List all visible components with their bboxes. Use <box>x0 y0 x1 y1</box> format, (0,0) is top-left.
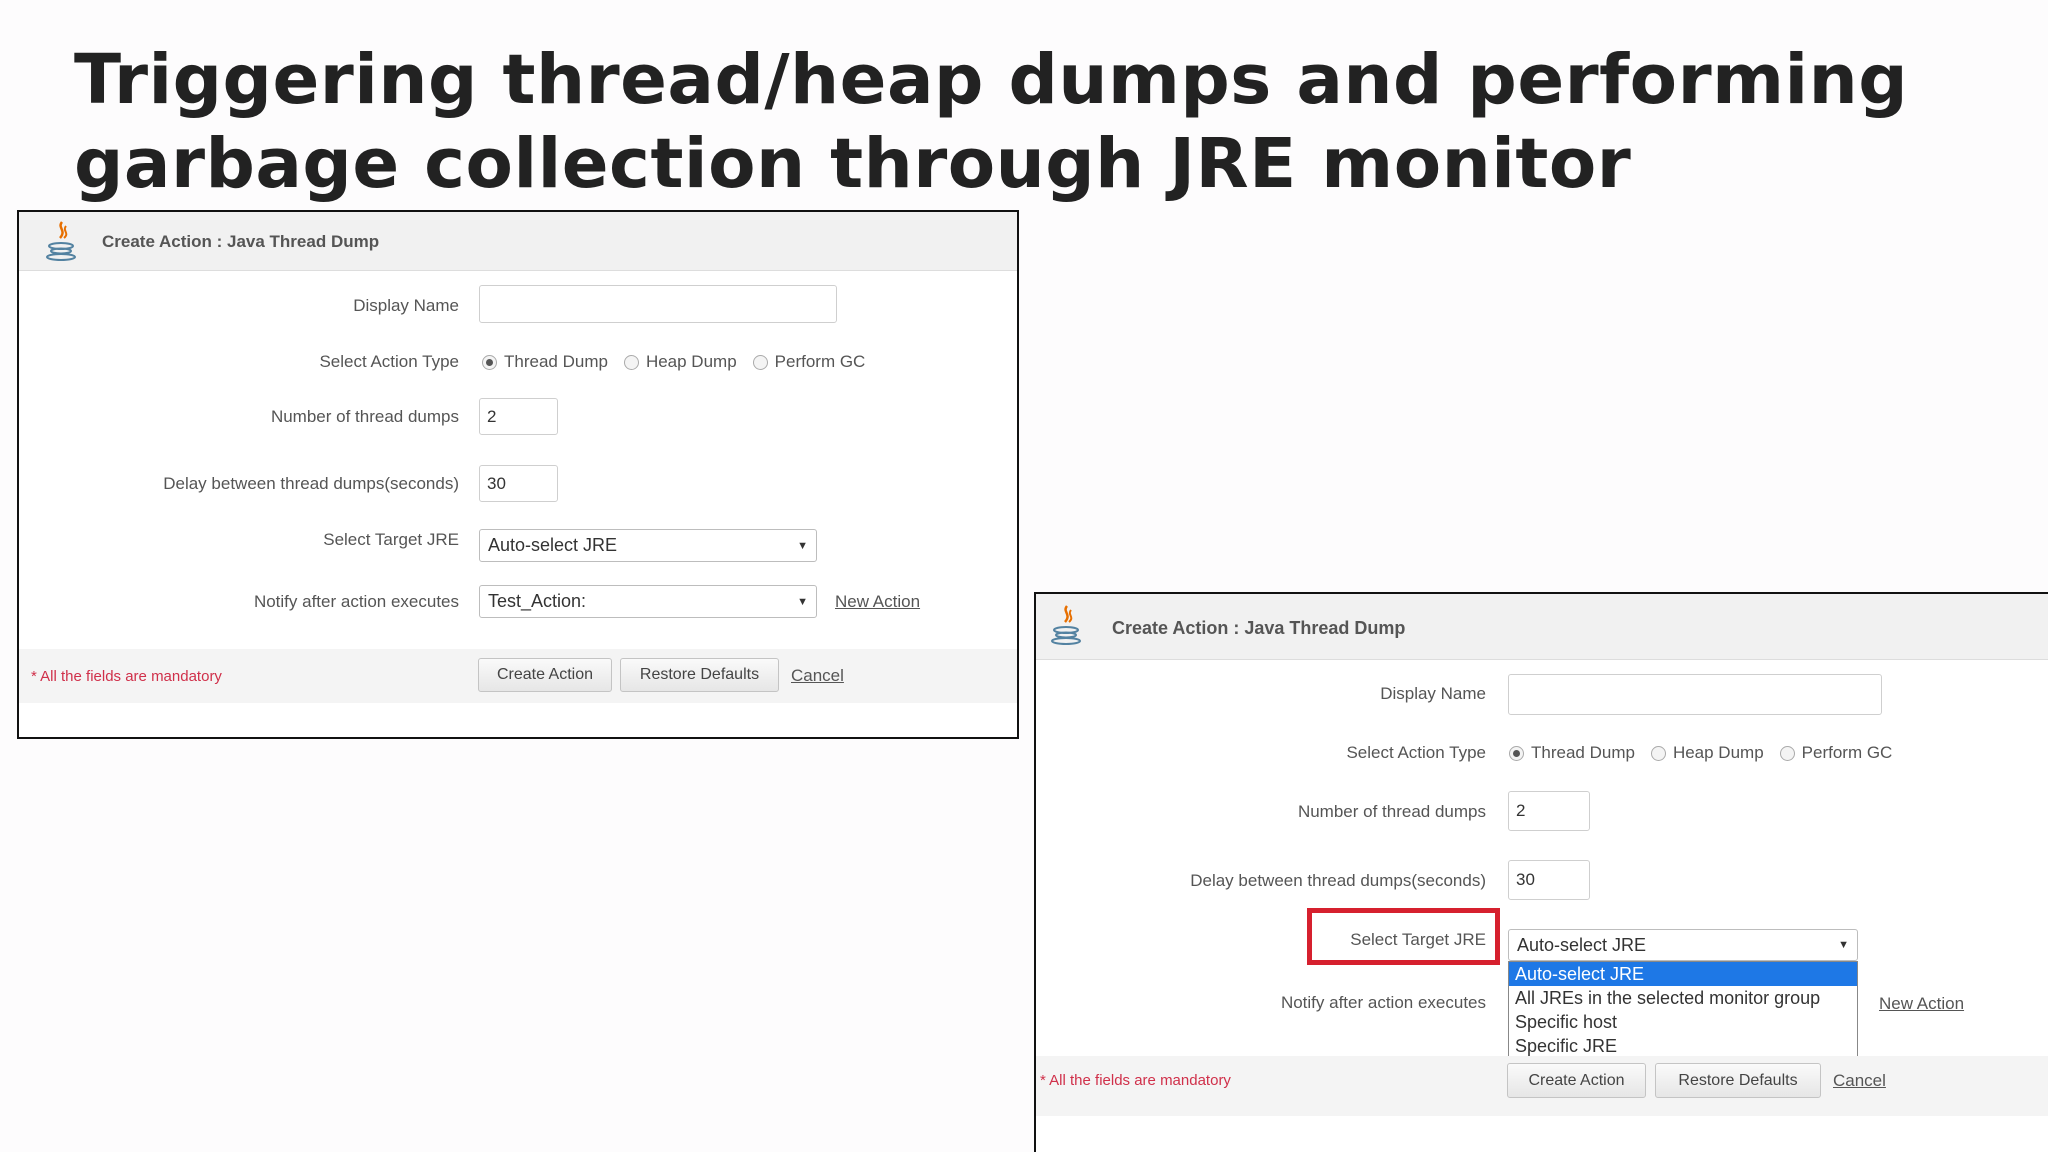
panel-title: Create Action : Java Thread Dump <box>1112 618 1406 638</box>
radio-thread-dump[interactable] <box>482 354 497 370</box>
radio-thread-dump[interactable] <box>1509 745 1524 761</box>
slide-title: Triggering thread/heap dumps and perform… <box>74 38 1974 206</box>
display-name-input[interactable] <box>479 285 837 323</box>
mandatory-note: * All the fields are mandatory <box>31 668 222 685</box>
num-dumps-label: Number of thread dumps <box>270 407 459 426</box>
slide-title-line-2: garbage collection through JRE monitor <box>74 124 1632 204</box>
notify-select-value: Test_Action: <box>488 591 587 611</box>
display-name-label: Display Name <box>1380 684 1486 703</box>
radio-heap-dump[interactable] <box>623 354 639 370</box>
action-type-label: Select Action Type <box>1346 743 1486 762</box>
radio-perform-gc-label: Perform GC <box>1801 743 1893 762</box>
create-action-panel-2: Create Action : Java Thread Dump Display… <box>1034 592 2048 1152</box>
radio-thread-dump-label: Thread Dump <box>1531 743 1635 762</box>
target-jre-select[interactable]: Auto-select JRE ▼ <box>479 529 817 562</box>
num-dumps-input[interactable]: 2 <box>479 398 558 435</box>
target-jre-select-value: Auto-select JRE <box>1517 934 1647 955</box>
target-jre-highlight <box>1307 908 1500 965</box>
delay-input[interactable]: 30 <box>479 465 558 502</box>
radio-perform-gc[interactable] <box>752 354 768 370</box>
radio-heap-dump[interactable] <box>1650 745 1666 761</box>
create-action-panel-1: Create Action : Java Thread Dump Display… <box>17 210 1019 739</box>
create-action-button[interactable]: Create Action <box>478 658 612 692</box>
action-type-radio-group: Thread Dump Heap Dump Perform GC <box>1509 743 1908 763</box>
radio-heap-dump-label: Heap Dump <box>1672 743 1764 762</box>
delay-label: Delay between thread dumps(seconds) <box>163 474 459 493</box>
delay-label: Delay between thread dumps(seconds) <box>1190 871 1486 890</box>
radio-thread-dump-label: Thread Dump <box>504 352 608 371</box>
radio-heap-dump-label: Heap Dump <box>645 352 737 371</box>
java-icon <box>46 221 76 261</box>
dropdown-option-specific-host[interactable]: Specific host <box>1509 1010 1857 1034</box>
target-jre-select[interactable]: Auto-select JRE ▼ <box>1508 929 1858 961</box>
action-type-radio-group: Thread Dump Heap Dump Perform GC <box>482 352 881 372</box>
num-dumps-input[interactable]: 2 <box>1508 791 1590 831</box>
create-action-button[interactable]: Create Action <box>1507 1063 1646 1098</box>
chevron-down-icon: ▼ <box>797 595 808 608</box>
cancel-link[interactable]: Cancel <box>791 666 844 686</box>
target-jre-dropdown-list: Auto-select JRE All JREs in the selected… <box>1508 961 1858 1059</box>
dropdown-option-specific-jre[interactable]: Specific JRE <box>1509 1034 1857 1058</box>
new-action-link[interactable]: New Action <box>835 592 920 612</box>
chevron-down-icon: ▼ <box>1838 939 1849 951</box>
notify-label: Notify after action executes <box>1280 993 1486 1012</box>
chevron-down-icon: ▼ <box>797 539 808 552</box>
java-icon <box>1051 605 1081 645</box>
target-jre-label: Select Target JRE <box>323 530 459 549</box>
dropdown-option-auto-select[interactable]: Auto-select JRE <box>1509 962 1857 986</box>
display-name-label: Display Name <box>353 296 459 315</box>
delay-input[interactable]: 30 <box>1508 860 1590 900</box>
num-dumps-label: Number of thread dumps <box>1297 802 1486 821</box>
cancel-link[interactable]: Cancel <box>1833 1071 1886 1091</box>
dropdown-option-all-jres[interactable]: All JREs in the selected monitor group <box>1509 986 1857 1010</box>
notify-label: Notify after action executes <box>253 592 459 611</box>
notify-select[interactable]: Test_Action: ▼ <box>479 585 817 618</box>
restore-defaults-button[interactable]: Restore Defaults <box>1655 1063 1821 1098</box>
target-jre-select-value: Auto-select JRE <box>488 535 618 555</box>
action-type-label: Select Action Type <box>319 352 459 371</box>
panel-header: Create Action : Java Thread Dump <box>19 212 1017 271</box>
display-name-input[interactable] <box>1508 674 1882 715</box>
radio-perform-gc[interactable] <box>1779 745 1795 761</box>
radio-perform-gc-label: Perform GC <box>774 352 866 371</box>
slide-title-line-1: Triggering thread/heap dumps and perform… <box>74 40 1909 120</box>
new-action-link[interactable]: New Action <box>1879 994 1964 1014</box>
restore-defaults-button[interactable]: Restore Defaults <box>620 658 779 692</box>
mandatory-note: * All the fields are mandatory <box>1040 1072 1231 1089</box>
panel-header: Create Action : Java Thread Dump <box>1036 594 2048 660</box>
panel-title: Create Action : Java Thread Dump <box>102 232 380 251</box>
